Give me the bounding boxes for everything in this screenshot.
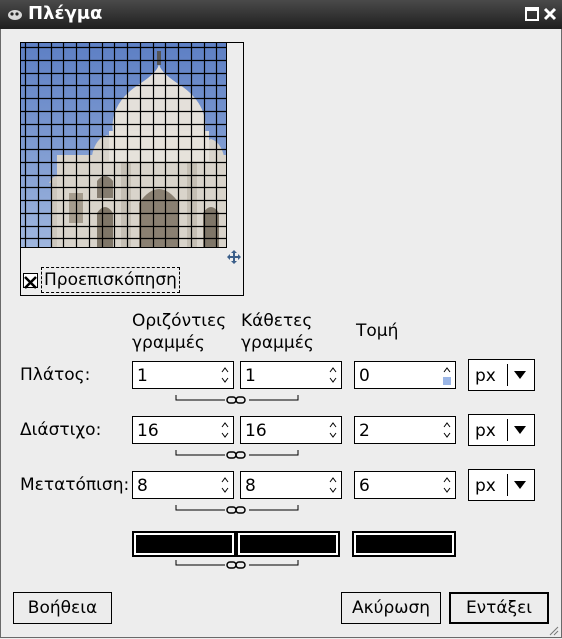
offset-horizontal-spin[interactable]: 8 (132, 471, 234, 499)
spin-value: 2 (359, 421, 370, 441)
spacing-intersection-spin[interactable]: 2 (354, 416, 456, 444)
spin-value: 0 (359, 366, 370, 386)
width-vertical-spin[interactable]: 1 (240, 361, 342, 389)
spin-value: 6 (359, 476, 370, 496)
offset-vertical-spin[interactable]: 8 (240, 471, 342, 499)
spin-arrows-icon[interactable] (221, 475, 229, 495)
title-bar: Πλέγμα (0, 0, 562, 29)
chevron-down-icon (514, 371, 526, 379)
spin-arrows-icon[interactable] (221, 365, 229, 385)
spin-value: 16 (137, 421, 159, 441)
preview-image (21, 43, 227, 248)
unit-value: px (475, 366, 496, 386)
close-icon[interactable] (542, 6, 558, 22)
window-title: Πλέγμα (28, 3, 103, 24)
spin-arrows-icon[interactable] (443, 420, 451, 440)
unit-value: px (475, 421, 496, 441)
spacing-vertical-spin[interactable]: 16 (240, 416, 342, 444)
header-vertical-line1: Κάθετες (241, 311, 313, 331)
spin-value: 1 (245, 366, 256, 386)
help-button[interactable]: Βοήθεια (13, 592, 112, 624)
header-horizontal-line2: γραμμές (132, 333, 205, 353)
vertical-color-button[interactable] (236, 531, 340, 557)
color-chain-icon[interactable] (175, 560, 299, 570)
offset-unit-select[interactable]: px (468, 469, 535, 501)
header-horizontal-line1: Οριζόντιες (132, 311, 227, 331)
spin-arrows-icon[interactable] (329, 420, 337, 440)
preview-checkbox-label[interactable]: Προεπισκόπηση (41, 267, 180, 293)
spin-arrows-icon[interactable] (221, 420, 229, 440)
width-unit-select[interactable]: px (468, 359, 535, 391)
cancel-button[interactable]: Ακύρωση (341, 592, 441, 624)
spacing-unit-select[interactable]: px (468, 414, 535, 446)
spin-value: 16 (245, 421, 267, 441)
move-icon[interactable] (227, 250, 241, 264)
vertical-color-fill (240, 535, 336, 553)
preview-checkbox[interactable] (23, 273, 38, 289)
horizontal-color-fill (136, 535, 232, 553)
width-label: Πλάτος: (20, 365, 91, 385)
spin-arrows-icon[interactable] (329, 475, 337, 495)
intersection-color-button[interactable] (352, 531, 456, 557)
intersection-color-fill (356, 535, 452, 553)
spacing-label: Διάστιχο: (20, 420, 102, 440)
spin-value: 8 (137, 476, 148, 496)
spin-value: 1 (137, 366, 148, 386)
chevron-down-icon (514, 481, 526, 489)
offset-intersection-spin[interactable]: 6 (354, 471, 456, 499)
horizontal-color-button[interactable] (132, 531, 236, 557)
spin-arrows-icon[interactable] (443, 365, 451, 385)
width-intersection-spin[interactable]: 0 (354, 361, 456, 389)
gimp-app-icon (8, 10, 22, 20)
width-chain-icon[interactable] (175, 395, 299, 405)
maximize-icon[interactable] (524, 6, 540, 22)
header-horizontal-lines: Οριζόντιες γραμμές (132, 310, 226, 354)
ok-button[interactable]: Εντάξει (449, 592, 549, 624)
offset-label: Μετατόπιση: (20, 475, 130, 495)
offset-chain-icon[interactable] (175, 505, 299, 515)
header-vertical-line2: γραμμές (241, 333, 314, 353)
width-horizontal-spin[interactable]: 1 (132, 361, 234, 389)
spacing-horizontal-spin[interactable]: 16 (132, 416, 234, 444)
spin-value: 8 (245, 476, 256, 496)
chevron-down-icon (514, 426, 526, 434)
resize-grip-icon[interactable] (547, 624, 559, 636)
spin-arrows-icon[interactable] (443, 475, 451, 495)
header-intersection: Τομή (356, 321, 399, 341)
spin-arrows-icon[interactable] (329, 365, 337, 385)
checkmark-icon (24, 276, 37, 289)
header-vertical-lines: Κάθετες γραμμές (241, 310, 314, 354)
spacing-chain-icon[interactable] (175, 450, 299, 460)
unit-value: px (475, 476, 496, 496)
